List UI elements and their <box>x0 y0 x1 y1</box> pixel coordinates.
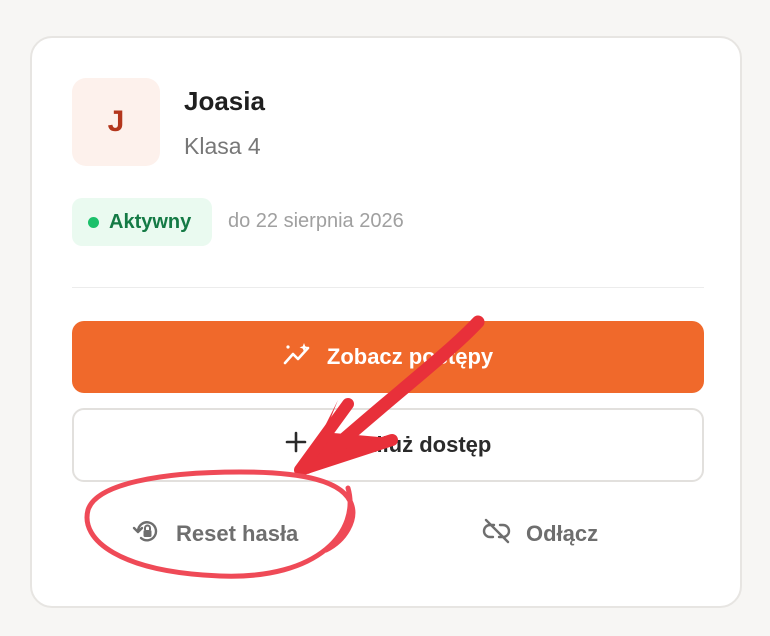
view-progress-label: Zobacz postępy <box>326 344 494 369</box>
status-label: Aktywny <box>109 210 192 233</box>
plus-icon <box>285 431 307 459</box>
detach-label: Odłącz <box>526 521 599 546</box>
extend-access-label: Przedłuż dostęp <box>322 432 492 457</box>
status-dot-icon <box>88 216 99 228</box>
student-card: J Joasia Klasa 4 Aktywny do 22 sierpnia … <box>30 36 742 608</box>
extend-access-button[interactable]: Przedłuż dostęp <box>72 408 704 482</box>
avatar: J <box>72 78 160 166</box>
lock-reset-icon <box>132 517 162 551</box>
detach-button[interactable]: Odłącz <box>482 512 598 556</box>
avatar-initial: J <box>107 105 125 138</box>
status-badge: Aktywny <box>72 198 212 246</box>
reset-password-button[interactable]: Reset hasła <box>132 512 298 556</box>
reset-password-label: Reset hasła <box>176 521 299 546</box>
unlink-icon <box>482 517 512 551</box>
view-progress-button[interactable]: Zobacz postępy <box>72 321 704 393</box>
student-name: Joasia <box>184 86 265 116</box>
status-until: do 22 sierpnia 2026 <box>228 210 404 232</box>
student-class: Klasa 4 <box>184 133 261 159</box>
sparkle-chart-icon <box>283 341 313 373</box>
divider <box>72 287 704 288</box>
